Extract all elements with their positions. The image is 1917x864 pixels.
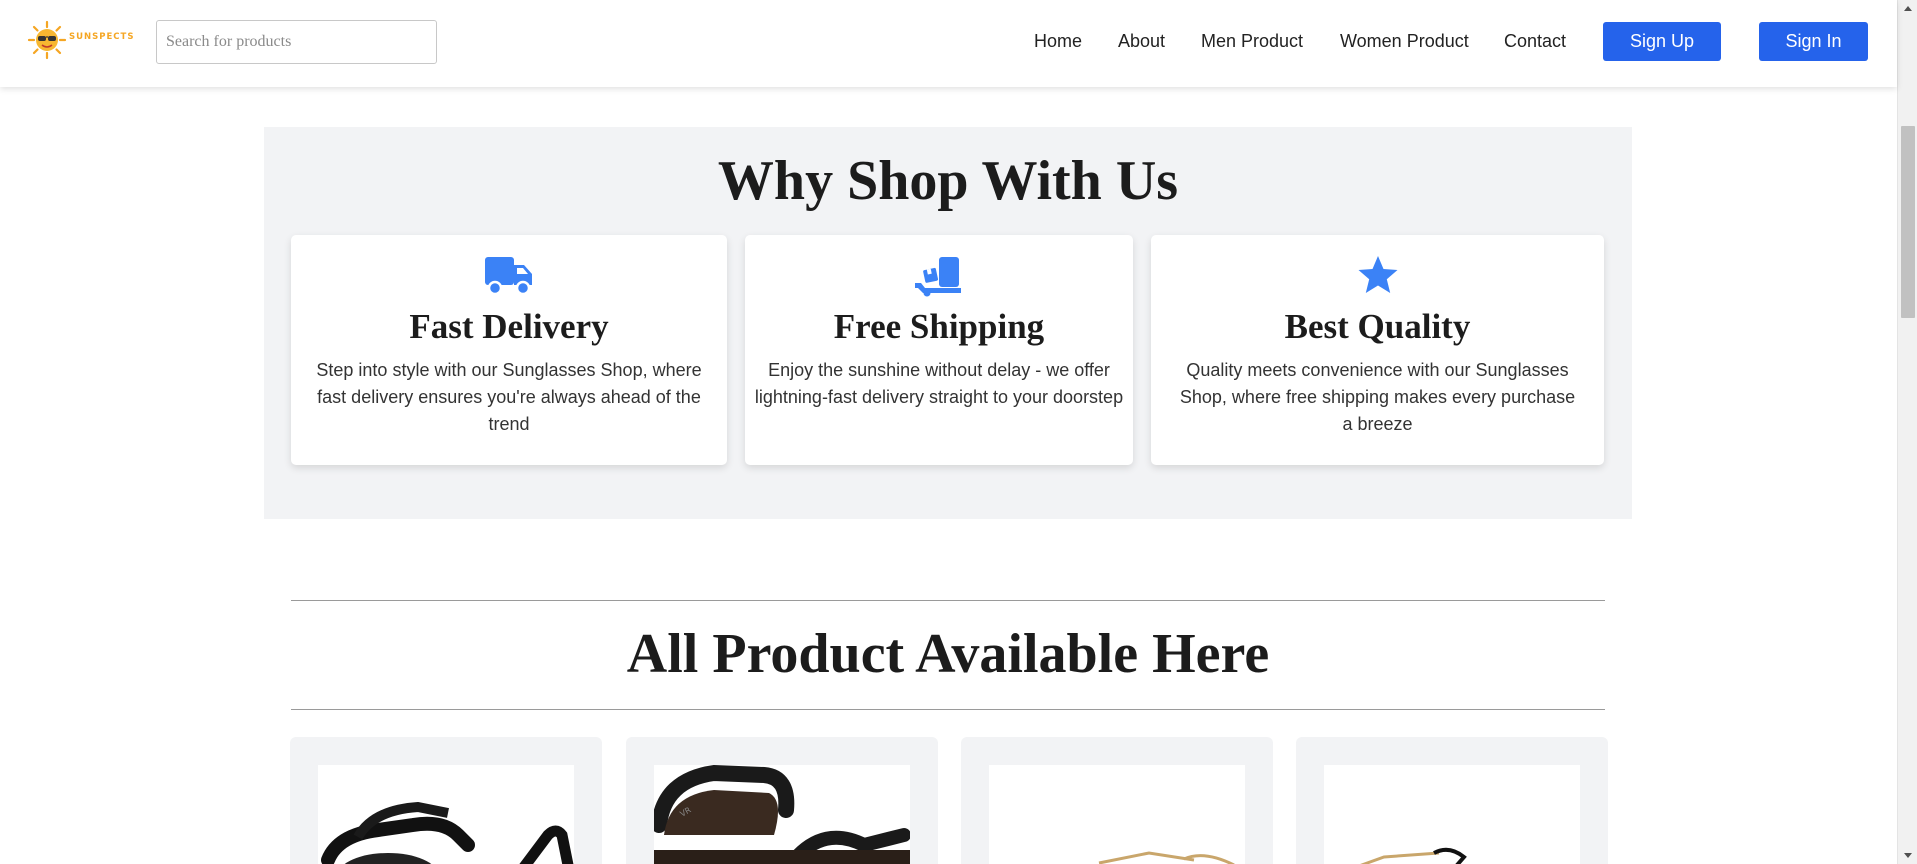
gold-aviator-image (1098, 851, 1235, 864)
divider-bottom (291, 709, 1605, 710)
search-input[interactable] (156, 20, 437, 64)
why-shop-section: Why Shop With Us Fast Delivery Step into… (264, 127, 1632, 519)
feature-title: Free Shipping (833, 307, 1045, 346)
nav-women-product[interactable]: Women Product (1340, 31, 1469, 52)
dolly-icon (915, 257, 961, 297)
nav-about[interactable]: About (1118, 31, 1165, 52)
star-icon (1358, 256, 1397, 293)
why-shop-title: Why Shop With Us (717, 150, 1179, 212)
product-card[interactable] (1296, 737, 1608, 864)
scroll-thumb[interactable] (1901, 126, 1915, 318)
sun-logo-icon (27, 20, 67, 60)
divider-top (291, 600, 1605, 601)
nav-men-product[interactable]: Men Product (1201, 31, 1303, 52)
product-image[interactable]: VR (654, 765, 910, 864)
products-title: All Product Available Here (626, 623, 1270, 685)
scroll-down-icon[interactable] (1904, 853, 1912, 858)
product-card[interactable] (290, 737, 602, 864)
feature-card-free-shipping: Free Shipping Enjoy the sunshine without… (745, 235, 1133, 465)
feature-title: Best Quality (1284, 307, 1471, 346)
product-image[interactable] (318, 765, 574, 864)
nav-home[interactable]: Home (1034, 31, 1082, 52)
logo-text: SUNSPECTS (69, 32, 135, 42)
nav-contact[interactable]: Contact (1504, 31, 1566, 52)
logo[interactable]: SUNSPECTS (27, 17, 137, 63)
feature-card-best-quality: Best Quality Quality meets convenience w… (1151, 235, 1604, 465)
truck-icon (485, 257, 532, 296)
product-card[interactable]: VR (626, 737, 938, 864)
sign-up-button[interactable]: Sign Up (1603, 22, 1721, 61)
product-image[interactable] (989, 765, 1245, 864)
product-card[interactable] (961, 737, 1273, 864)
sign-in-button[interactable]: Sign In (1759, 22, 1868, 61)
feature-description: Quality meets convenience with our Sungl… (1179, 360, 1576, 434)
feature-title: Fast Delivery (409, 307, 609, 346)
feature-card-fast-delivery: Fast Delivery Step into style with our S… (291, 235, 727, 465)
vertical-scrollbar[interactable] (1897, 0, 1917, 864)
site-header: SUNSPECTS Home About Men Product Women P… (0, 0, 1897, 87)
black-sunglasses-image (321, 801, 574, 864)
feature-description: Step into style with our Sunglasses Shop… (316, 360, 702, 434)
brown-sunglasses-image: VR (654, 765, 910, 864)
scroll-up-icon[interactable] (1904, 6, 1912, 11)
feature-description: Enjoy the sunshine without delay - we of… (754, 360, 1124, 407)
black-aviator-image (1360, 847, 1467, 864)
product-image[interactable] (1324, 765, 1580, 864)
